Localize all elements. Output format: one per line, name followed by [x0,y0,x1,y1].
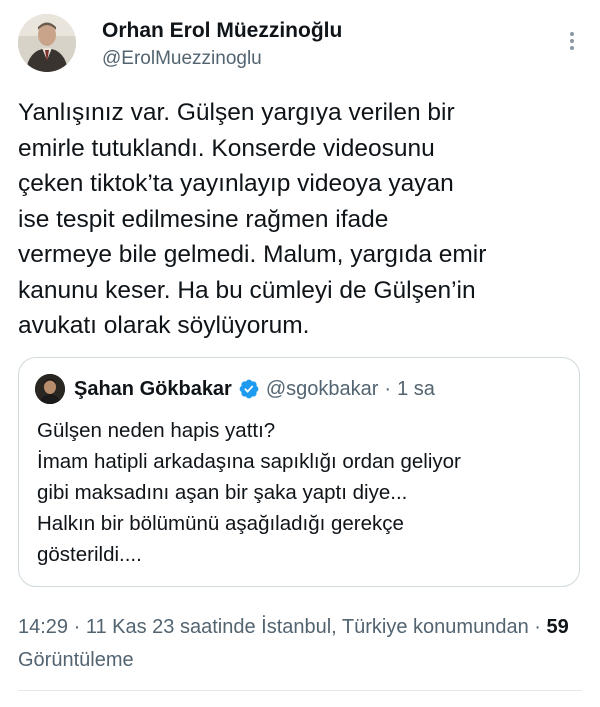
views-count[interactable]: 59 [546,616,568,638]
author-avatar[interactable] [18,14,76,72]
tweet-text: Yanlışınız var. Gülşen yargıya verilen b… [18,99,487,339]
verified-badge-icon [239,379,259,399]
author-handle[interactable]: @ErolMuezzinoglu [102,46,342,72]
meta-separator: · [528,616,547,638]
person-portrait-avatar-icon [18,14,76,72]
tweet-header: Orhan Erol Müezzinoğlu @ErolMuezzinoglu [18,14,584,80]
quoted-tweet-text: Gülşen neden hapis yattı? İmam hatipli a… [37,419,461,566]
quoted-author-handle[interactable]: @sgokbakar [266,378,379,401]
quoted-author-display-name[interactable]: Şahan Gökbakar [74,378,232,401]
quoted-author-avatar[interactable] [35,374,65,404]
quoted-tweet[interactable]: Şahan Gökbakar @sgokbakar · 1 sa Gülşen … [18,357,580,587]
views-label[interactable]: Görüntüleme [18,649,134,671]
quoted-timestamp[interactable]: 1 sa [397,378,435,401]
author-names: Orhan Erol Müezzinoğlu @ErolMuezzinoglu [102,18,342,72]
quoted-separator: · [384,377,392,400]
divider [18,690,582,691]
tweet-meta: 14:29 · 11 Kas 23 saatinde İstanbul, Tür… [18,611,578,677]
tweet-time-location[interactable]: 14:29 · 11 Kas 23 saatinde İstanbul, Tür… [18,616,529,638]
author-display-name[interactable]: Orhan Erol Müezzinoğlu [102,18,342,44]
more-vertical-icon[interactable] [560,26,584,56]
quoted-tweet-header: Şahan Gökbakar @sgokbakar · 1 sa [35,374,435,404]
person-portrait-avatar-icon [35,374,65,404]
